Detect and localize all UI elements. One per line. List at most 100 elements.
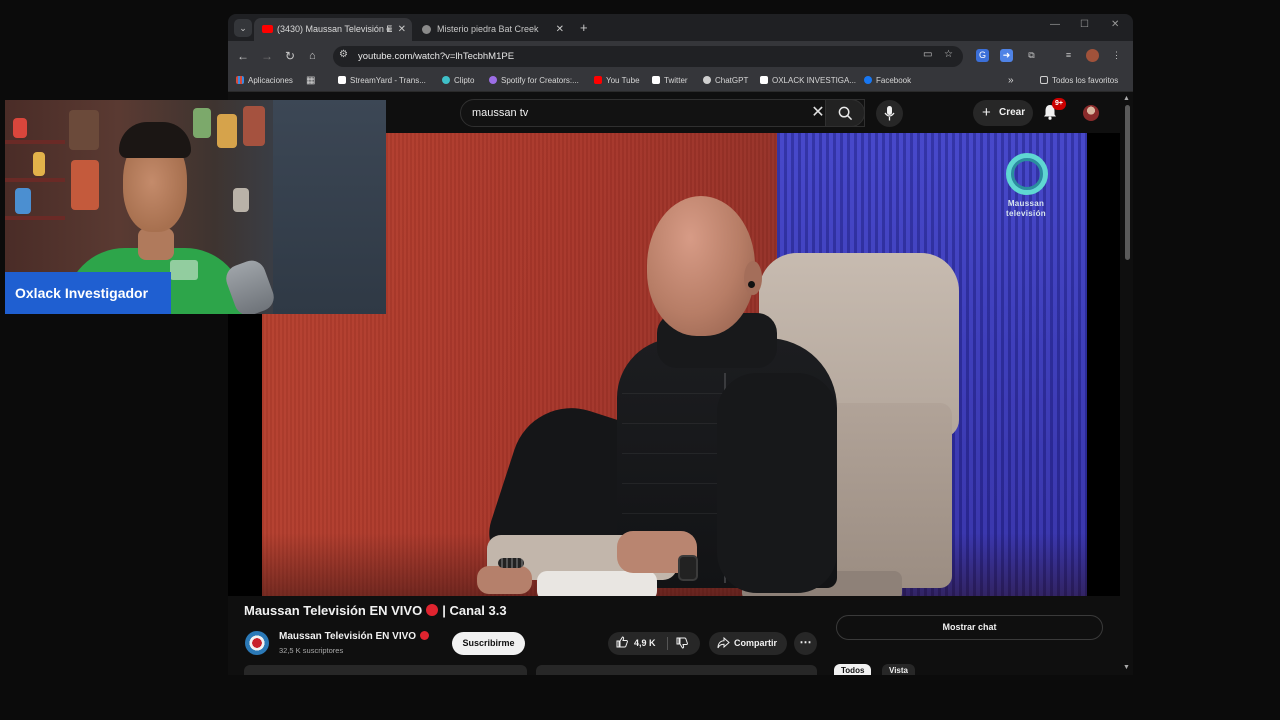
person-head (647, 196, 755, 336)
spotify-icon (489, 76, 497, 84)
bookmark-twitter[interactable]: Twitter (652, 71, 688, 91)
tab-title: (3430) Maussan Televisión E (277, 24, 393, 34)
tab-youtube[interactable]: (3430) Maussan Televisión E 🔊︎ ✕ (254, 18, 412, 41)
youtube-icon (262, 25, 273, 33)
live-indicator-icon (420, 631, 430, 640)
notification-badge: 9+ (1052, 98, 1066, 110)
address-bar[interactable]: ⚙ youtube.com/watch?v=lhTecbhM1PE ▭ ☆ (333, 46, 963, 67)
more-bookmarks-icon[interactable]: » (1008, 71, 1014, 91)
bracelet (498, 558, 524, 568)
person-left-hand (477, 566, 532, 594)
channel-watermark-logo: Maussan televisión (998, 153, 1054, 223)
translate-extension-icon[interactable]: G (976, 49, 989, 62)
shelf (5, 140, 65, 144)
related-box[interactable] (536, 665, 817, 675)
chip-todos[interactable]: Todos (834, 664, 872, 675)
bookmark-oxlack[interactable]: OXLACK INVESTIGA... (760, 71, 856, 91)
divider (667, 637, 668, 650)
all-bookmarks-folder[interactable]: Todos los favoritos (1040, 71, 1118, 91)
person-right-arm (717, 373, 837, 593)
collectible-figure (217, 114, 237, 148)
bookmark-streamyard[interactable]: StreamYard - Trans... (338, 71, 426, 91)
thumbs-down-icon[interactable] (676, 637, 688, 649)
bookmark-facebook[interactable]: Facebook (864, 71, 911, 91)
collectible-figure (13, 118, 27, 138)
close-tab-icon[interactable]: ✕ (556, 18, 564, 41)
site-info-icon[interactable]: ⚙ (339, 49, 348, 60)
new-tab-button[interactable]: + (580, 18, 588, 38)
tab-groups-icon[interactable]: ▦ (306, 71, 315, 91)
logo-text-line2: televisión (1006, 209, 1046, 218)
voice-search-button[interactable] (876, 100, 903, 127)
home-icon[interactable]: ⌂ (309, 48, 316, 64)
wristwatch (678, 555, 698, 581)
channel-name-link[interactable]: Maussan Televisión EN VIVO (279, 631, 433, 642)
monitor-screen (273, 100, 386, 314)
close-window-icon[interactable]: ✕ (1111, 19, 1119, 30)
bookmark-spotify[interactable]: Spotify for Creators:... (489, 71, 579, 91)
share-button[interactable]: Compartir (709, 632, 787, 655)
maximize-icon[interactable]: ☐ (1080, 19, 1089, 30)
extensions-puzzle-icon[interactable]: ⧉ (1025, 49, 1038, 62)
bookmark-chatgpt[interactable]: ChatGPT (703, 71, 748, 91)
extension-arrow-icon[interactable]: ➜ (1000, 49, 1013, 62)
collectible-figure (33, 152, 45, 176)
bookmark-star-icon[interactable]: ☆ (944, 49, 953, 60)
cast-icon[interactable]: ▭ (923, 49, 932, 60)
earpiece (748, 281, 755, 288)
subscribe-button[interactable]: Suscribirme (452, 632, 525, 655)
show-chat-button[interactable]: Mostrar chat (836, 615, 1103, 640)
tab-search-button[interactable]: ⌄ (234, 19, 252, 37)
collectible-figure (243, 106, 265, 146)
reload-icon[interactable]: ↻ (285, 48, 295, 64)
bookmark-youtube[interactable]: You Tube (594, 71, 640, 91)
minimize-icon[interactable]: — (1050, 19, 1060, 30)
subscriber-count: 32,5 K suscriptores (279, 646, 344, 655)
person-ear (744, 261, 762, 295)
plus-icon: + (982, 104, 991, 121)
scroll-down-icon[interactable]: ▼ (1123, 664, 1130, 671)
scroll-up-icon[interactable]: ▲ (1123, 95, 1130, 102)
close-tab-icon[interactable]: ✕ (398, 18, 406, 41)
person-pants (537, 571, 657, 596)
collectible-figure (15, 188, 31, 214)
bookmark-clipto[interactable]: Clipto (442, 71, 474, 91)
forward-icon[interactable]: → (261, 48, 273, 64)
clipto-icon (442, 76, 450, 84)
logo-ring (1006, 153, 1048, 195)
account-avatar[interactable] (1083, 105, 1099, 121)
browser-toolbar: ← → ↻ ⌂ ⚙ youtube.com/watch?v=lhTecbhM1P… (228, 41, 1133, 71)
collectible-figure (233, 188, 249, 212)
apps-grid-icon (236, 76, 244, 84)
profile-avatar-icon[interactable] (1086, 49, 1099, 62)
webcam-overlay: Oxlack Investigador (5, 100, 386, 314)
globe-icon (422, 25, 431, 34)
browser-menu-icon[interactable]: ⋮ (1110, 49, 1123, 62)
create-button[interactable]: + Crear (973, 100, 1033, 126)
channel-avatar[interactable] (245, 631, 269, 655)
speaker-icon[interactable]: 🔊︎ (386, 18, 392, 41)
tab-misterio[interactable]: Misterio piedra Bat Creek ✕ (414, 18, 570, 41)
search-button[interactable] (825, 99, 865, 127)
share-arrow-icon (717, 637, 730, 649)
streamer-name-label: Oxlack Investigador (5, 272, 171, 314)
shelf (5, 216, 65, 220)
live-indicator-icon (426, 604, 439, 616)
bookmarks-bar: Aplicaciones ▦ StreamYard - Trans... Cli… (228, 71, 1133, 92)
search-query: maussan tv (472, 107, 529, 119)
tiktok-icon (760, 76, 768, 84)
chip-vista[interactable]: Vista (882, 664, 915, 675)
video-title: Maussan Televisión EN VIVO | Canal 3.3 (244, 603, 507, 618)
streamer-hair (119, 122, 191, 158)
collectible-figure (193, 108, 211, 138)
description-box[interactable] (244, 665, 527, 675)
scrollbar-thumb[interactable] (1125, 105, 1130, 260)
streamer-neck (138, 228, 174, 260)
folder-icon (1040, 76, 1048, 84)
media-control-icon[interactable]: ≡ (1062, 49, 1075, 62)
like-button[interactable]: 4,9 K (616, 632, 656, 655)
bookmark-apps[interactable]: Aplicaciones (236, 71, 293, 91)
back-icon[interactable]: ← (237, 48, 249, 64)
more-actions-button[interactable]: ⋯ (794, 632, 817, 655)
like-dislike-group: 4,9 K (608, 632, 700, 655)
